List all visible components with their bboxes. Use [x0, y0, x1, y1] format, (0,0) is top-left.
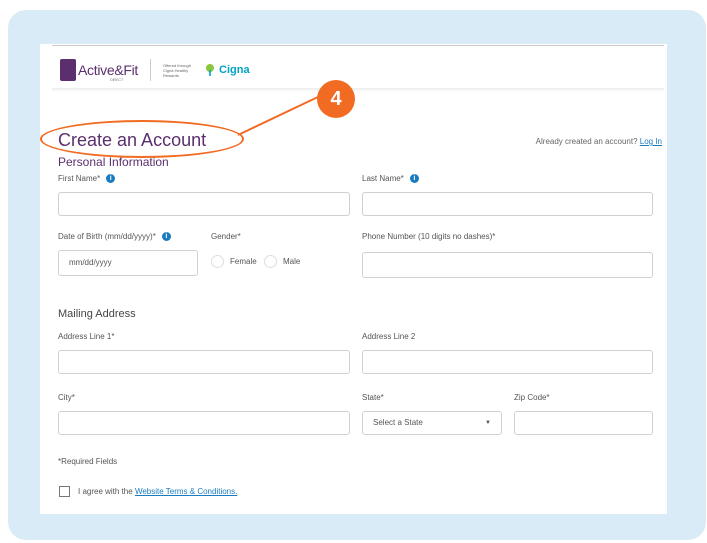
dob-label-text: Date of Birth (mm/dd/yyyy)*	[58, 232, 156, 241]
terms-link[interactable]: Website Terms & Conditions.	[135, 487, 237, 496]
gender-label-text: Gender*	[211, 232, 241, 241]
login-prompt-text: Already created an account?	[535, 137, 638, 146]
info-icon[interactable]: i	[161, 232, 171, 241]
last-name-label-text: Last Name*	[362, 174, 404, 183]
address1-label: Address Line 1*	[58, 332, 114, 341]
terms-agree-text: I agree with the Website Terms & Conditi…	[78, 487, 237, 496]
login-prompt: Already created an account? Log In	[536, 137, 662, 146]
required-fields-note: *Required Fields	[58, 457, 118, 466]
dob-input[interactable]: mm/dd/yyyy	[58, 250, 198, 276]
address1-label-text: Address Line 1*	[58, 332, 115, 341]
phone-input[interactable]	[362, 252, 653, 278]
address2-input[interactable]	[362, 350, 653, 374]
first-name-label: First Name* i	[58, 174, 116, 183]
mailing-address-heading: Mailing Address	[58, 308, 136, 320]
zip-label-text: Zip Code*	[514, 393, 550, 402]
gender-female-radio[interactable]: Female	[211, 255, 257, 268]
first-name-label-text: First Name*	[58, 174, 101, 183]
chevron-down-icon: ▼	[485, 420, 491, 426]
last-name-input[interactable]	[362, 192, 653, 216]
city-input[interactable]	[58, 411, 350, 435]
address2-label: Address Line 2	[362, 332, 415, 341]
zip-input[interactable]	[514, 411, 653, 435]
last-name-label: Last Name* i	[362, 174, 419, 183]
login-link[interactable]: Log In	[640, 137, 662, 146]
gender-label: Gender*	[211, 232, 241, 241]
city-label: City*	[58, 393, 75, 402]
state-select[interactable]: Select a State ▼	[362, 411, 502, 435]
first-name-input[interactable]	[58, 192, 350, 216]
radio-circle	[211, 255, 224, 268]
zip-label: Zip Code*	[514, 393, 550, 402]
state-label: State*	[362, 393, 384, 402]
dob-label: Date of Birth (mm/dd/yyyy)* i	[58, 232, 171, 241]
phone-label-text: Phone Number (10 digits no dashes)*	[362, 232, 496, 241]
personal-info-heading: Personal Information	[58, 155, 169, 169]
radio-circle	[264, 255, 277, 268]
address1-input[interactable]	[58, 350, 350, 374]
agree-label: I agree with the	[78, 487, 133, 496]
radio-label: Female	[230, 257, 257, 266]
gender-male-radio[interactable]: Male	[264, 255, 300, 268]
city-label-text: City*	[58, 393, 75, 402]
step-badge: 4	[317, 80, 355, 118]
radio-label: Male	[283, 257, 301, 266]
info-icon[interactable]: i	[409, 174, 419, 183]
terms-checkbox[interactable]	[59, 486, 70, 497]
state-select-value: Select a State	[373, 418, 423, 427]
phone-label: Phone Number (10 digits no dashes)*	[362, 232, 495, 241]
info-icon[interactable]: i	[106, 174, 116, 183]
address2-label-text: Address Line 2	[362, 332, 416, 341]
state-label-text: State*	[362, 393, 384, 402]
page-title: Create an Account	[58, 130, 207, 150]
